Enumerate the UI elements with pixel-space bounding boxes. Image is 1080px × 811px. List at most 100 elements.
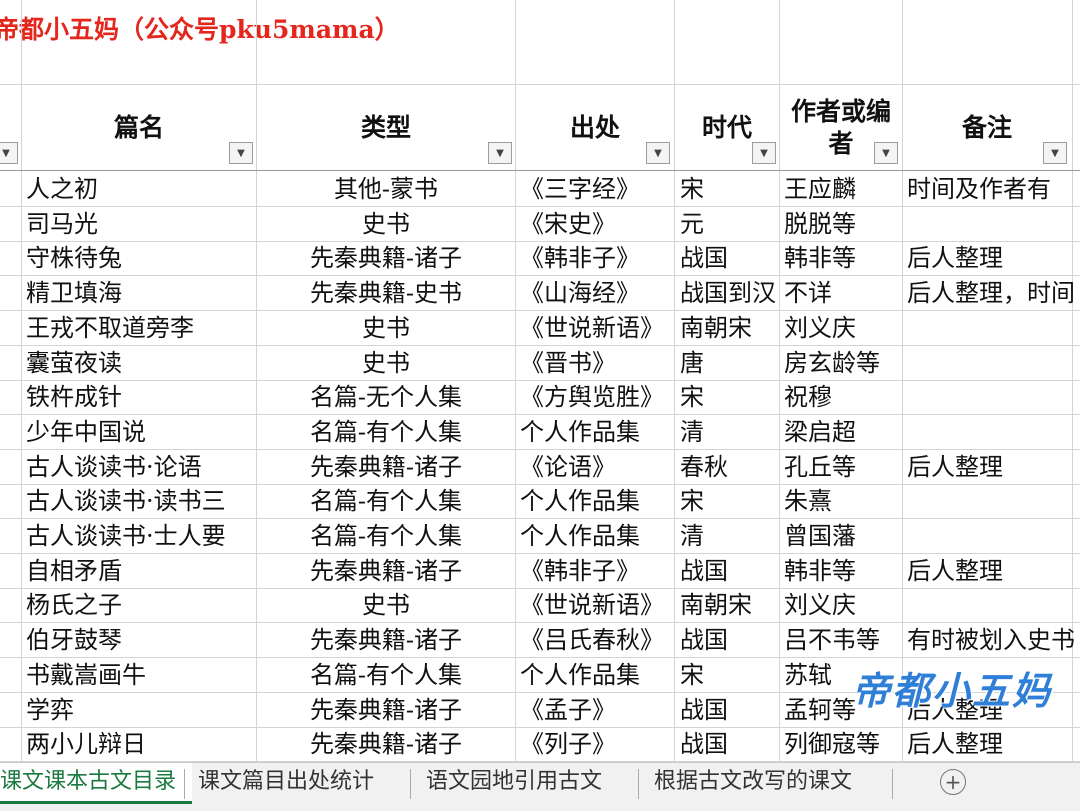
cell-name[interactable]: 古人谈读书·论语 xyxy=(26,450,254,484)
cell-author[interactable]: 房玄龄等 xyxy=(784,346,901,380)
cell-note[interactable] xyxy=(907,207,1080,241)
cell-era[interactable]: 清 xyxy=(680,415,779,449)
cell-source[interactable]: 《宋史》 xyxy=(520,207,675,241)
cell-era[interactable]: 唐 xyxy=(680,346,779,380)
cell-era[interactable]: 战国 xyxy=(680,693,779,727)
cell-source[interactable]: 《韩非子》 xyxy=(520,241,675,275)
cell-name[interactable]: 守株待兔 xyxy=(26,241,254,275)
cell-source[interactable]: 个人作品集 xyxy=(520,415,675,449)
cell-note[interactable]: 后人整理 xyxy=(907,241,1080,275)
cell-name[interactable]: 精卫填海 xyxy=(26,276,254,310)
cell-era[interactable]: 宋 xyxy=(680,380,779,414)
cell-era[interactable]: 南朝宋 xyxy=(680,588,779,622)
cell-author[interactable]: 韩非等 xyxy=(784,241,901,275)
cell-name[interactable]: 自相矛盾 xyxy=(26,554,254,588)
cell-type[interactable]: 先秦典籍-诸子 xyxy=(257,554,515,588)
cell-name[interactable]: 囊萤夜读 xyxy=(26,346,254,380)
cell-type[interactable]: 名篇-无个人集 xyxy=(257,380,515,414)
cell-source[interactable]: 《晋书》 xyxy=(520,346,675,380)
cell-author[interactable]: 刘义庆 xyxy=(784,588,901,622)
cell-name[interactable]: 人之初 xyxy=(26,172,254,206)
cell-author[interactable]: 孔丘等 xyxy=(784,450,901,484)
cell-type[interactable]: 名篇-有个人集 xyxy=(257,484,515,518)
filter-dropdown-icon[interactable]: ▼ xyxy=(1043,142,1067,164)
cell-author[interactable]: 曾国藩 xyxy=(784,519,901,553)
cell-author[interactable]: 脱脱等 xyxy=(784,207,901,241)
cell-source[interactable]: 《论语》 xyxy=(520,450,675,484)
tab-sheet-3[interactable]: 语文园地引用古文 xyxy=(426,763,602,801)
cell-source[interactable]: 个人作品集 xyxy=(520,484,675,518)
cell-author[interactable]: 朱熹 xyxy=(784,484,901,518)
cell-era[interactable]: 战国到汉 xyxy=(680,276,779,310)
cell-name[interactable]: 古人谈读书·读书三 xyxy=(26,484,254,518)
cell-author[interactable]: 吕不韦等 xyxy=(784,623,901,657)
cell-era[interactable]: 战国 xyxy=(680,727,779,761)
cell-source[interactable]: 《韩非子》 xyxy=(520,554,675,588)
cell-name[interactable]: 司马光 xyxy=(26,207,254,241)
cell-source[interactable]: 《山海经》 xyxy=(520,276,675,310)
filter-dropdown-icon[interactable]: ▼ xyxy=(646,142,670,164)
cell-type[interactable]: 史书 xyxy=(257,311,515,345)
cell-type[interactable]: 先秦典籍-诸子 xyxy=(257,623,515,657)
cell-source[interactable]: 《世说新语》 xyxy=(520,311,675,345)
sheet-title[interactable]: 帝都小五妈（公众号pku5mama） xyxy=(0,10,400,50)
cell-author[interactable]: 刘义庆 xyxy=(784,311,901,345)
cell-note[interactable]: 后人整理 xyxy=(907,727,1080,761)
cell-name[interactable]: 少年中国说 xyxy=(26,415,254,449)
cell-era[interactable]: 清 xyxy=(680,519,779,553)
cell-era[interactable]: 战国 xyxy=(680,623,779,657)
cell-note[interactable] xyxy=(907,311,1080,345)
cell-note[interactable] xyxy=(907,588,1080,622)
tab-sheet-1[interactable]: 课文课本古文目录 xyxy=(0,763,193,804)
cell-type[interactable]: 名篇-有个人集 xyxy=(257,415,515,449)
cell-type[interactable]: 史书 xyxy=(257,207,515,241)
cell-name[interactable]: 王戎不取道旁李 xyxy=(26,311,254,345)
cell-type[interactable]: 先秦典籍-诸子 xyxy=(257,693,515,727)
cell-author[interactable]: 祝穆 xyxy=(784,380,901,414)
cell-note[interactable] xyxy=(907,519,1080,553)
cell-author[interactable]: 韩非等 xyxy=(784,554,901,588)
cell-name[interactable]: 铁杵成针 xyxy=(26,380,254,414)
cell-era[interactable]: 宋 xyxy=(680,172,779,206)
cell-note[interactable]: 时间及作者有 xyxy=(907,172,1080,206)
filter-dropdown-icon[interactable]: ▼ xyxy=(488,142,512,164)
filter-dropdown-icon[interactable]: ▼ xyxy=(874,142,898,164)
cell-note[interactable] xyxy=(907,346,1080,380)
filter-dropdown-icon[interactable]: ▼ xyxy=(229,142,253,164)
cell-era[interactable]: 元 xyxy=(680,207,779,241)
cell-name[interactable]: 杨氏之子 xyxy=(26,588,254,622)
cell-author[interactable]: 不详 xyxy=(784,276,901,310)
cell-note[interactable]: 后人整理 xyxy=(907,450,1080,484)
cell-source[interactable]: 《三字经》 xyxy=(520,172,675,206)
cell-name[interactable]: 伯牙鼓琴 xyxy=(26,623,254,657)
add-sheet-icon[interactable]: + xyxy=(940,769,966,795)
filter-dropdown-icon[interactable]: ▼ xyxy=(0,142,18,164)
cell-era[interactable]: 春秋 xyxy=(680,450,779,484)
cell-note[interactable] xyxy=(907,380,1080,414)
cell-source[interactable]: 《孟子》 xyxy=(520,693,675,727)
cell-source[interactable]: 个人作品集 xyxy=(520,519,675,553)
cell-note[interactable]: 后人整理 xyxy=(907,554,1080,588)
cell-era[interactable]: 战国 xyxy=(680,554,779,588)
cell-type[interactable]: 先秦典籍-史书 xyxy=(257,276,515,310)
cell-type[interactable]: 名篇-有个人集 xyxy=(257,658,515,692)
cell-era[interactable]: 宋 xyxy=(680,658,779,692)
tab-sheet-2[interactable]: 课文篇目出处统计 xyxy=(198,763,374,801)
cell-era[interactable]: 战国 xyxy=(680,241,779,275)
cell-author[interactable]: 梁启超 xyxy=(784,415,901,449)
header-name[interactable]: 篇名 xyxy=(22,86,256,170)
cell-note[interactable] xyxy=(907,484,1080,518)
tab-sheet-4[interactable]: 根据古文改写的课文 xyxy=(654,763,852,801)
cell-source[interactable]: 《吕氏春秋》 xyxy=(520,623,675,657)
cell-type[interactable]: 先秦典籍-诸子 xyxy=(257,241,515,275)
cell-type[interactable]: 先秦典籍-诸子 xyxy=(257,450,515,484)
header-type[interactable]: 类型 xyxy=(257,86,515,170)
cell-type[interactable]: 名篇-有个人集 xyxy=(257,519,515,553)
cell-note[interactable]: 有时被划入史书 xyxy=(907,623,1080,657)
cell-source[interactable]: 《列子》 xyxy=(520,727,675,761)
cell-name[interactable]: 两小儿辩日 xyxy=(26,727,254,761)
cell-name[interactable]: 学弈 xyxy=(26,693,254,727)
cell-author[interactable]: 王应麟 xyxy=(784,172,901,206)
cell-name[interactable]: 书戴嵩画牛 xyxy=(26,658,254,692)
cell-type[interactable]: 其他-蒙书 xyxy=(257,172,515,206)
